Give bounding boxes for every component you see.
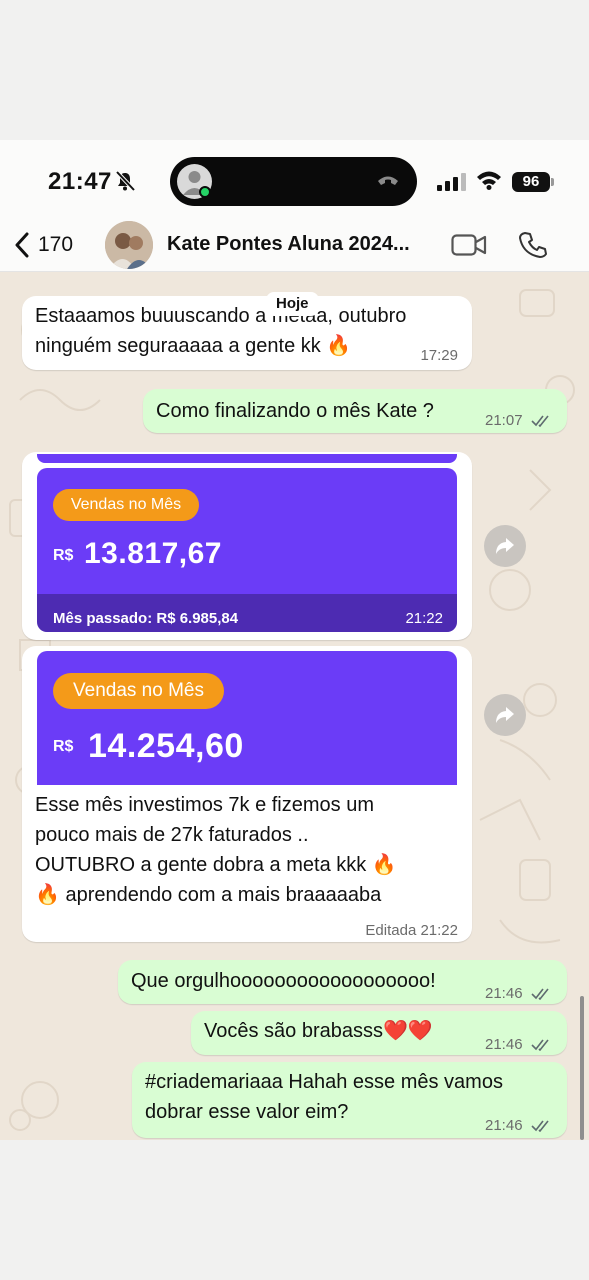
message-time: 17:29 <box>420 347 458 364</box>
sales-card-previous <box>37 454 457 463</box>
date-separator: Hoje <box>266 292 319 316</box>
message-meta: Editada 21:22 <box>365 916 458 946</box>
sales-card[interactable]: Vendas no Mês R$ 13.817,67 Mês passado: … <box>37 468 457 632</box>
contact-name[interactable]: Kate Pontes Aluna 2024... <box>167 233 431 256</box>
unread-count: 170 <box>38 233 74 256</box>
forward-button[interactable] <box>484 694 526 736</box>
forward-icon <box>496 538 514 554</box>
caption-line: pouco mais de 27k faturados .. <box>35 824 309 846</box>
read-receipt-icon <box>531 1120 549 1133</box>
whatsapp-badge-icon <box>199 186 211 198</box>
forward-button[interactable] <box>484 525 526 567</box>
message-text: Que orgulhoooooooooooooooooo! <box>131 970 436 992</box>
dynamic-island[interactable] <box>170 157 417 206</box>
message-outgoing[interactable]: Que orgulhoooooooooooooooooo! 21:46 <box>118 960 567 1004</box>
wifi-icon <box>477 171 501 190</box>
phone-screen: 21:47 96 170 Kate Pontes Aluna 2024... E… <box>0 140 589 1140</box>
card-footer: Mês passado: R$ 6.985,84 21:22 <box>37 594 457 632</box>
message-time: 21:46 <box>485 979 551 1009</box>
image-message[interactable]: Vendas no Mês R$ 13.817,67 Mês passado: … <box>22 452 472 640</box>
read-receipt-icon <box>531 1039 549 1052</box>
chat-header: 170 Kate Pontes Aluna 2024... <box>0 220 589 272</box>
sales-amount: 13.817,67 <box>84 537 222 570</box>
chevron-left-icon <box>15 232 29 258</box>
sales-badge: Vendas no Mês <box>53 489 199 521</box>
message-text: Vocês são brabasss❤️❤️ <box>204 1020 433 1042</box>
message-incoming[interactable]: Estaaamos buuuscando a metaa, outubro ni… <box>22 296 472 370</box>
message-time: 21:07 <box>485 406 551 436</box>
caption-line: Esse mês investimos 7k e fizemos um <box>35 794 374 816</box>
message-line: #criademariaaa Hahah esse mês vamos <box>145 1071 503 1093</box>
sales-card[interactable]: Vendas no Mês R$ 14.254,60 <box>37 651 457 785</box>
message-outgoing[interactable]: Vocês são brabasss❤️❤️ 21:46 <box>191 1011 567 1055</box>
contact-avatar[interactable] <box>105 221 153 269</box>
caption-line: 🔥 aprendendo com a mais braaaaaba <box>35 884 382 906</box>
caption-text: Esse mês investimos 7k e fizemos um pouc… <box>35 790 465 910</box>
battery-indicator: 96 <box>512 172 550 192</box>
message-time: 21:46 <box>485 1030 551 1060</box>
battery-tip <box>551 178 554 186</box>
sales-badge: Vendas no Mês <box>53 673 224 709</box>
read-receipt-icon <box>531 415 549 428</box>
forward-icon <box>496 707 514 723</box>
read-receipt-icon <box>531 988 549 1001</box>
time-label: 21:46 <box>485 985 523 1002</box>
currency-label: R$ <box>53 547 74 564</box>
status-bar: 21:47 96 <box>0 140 589 220</box>
edited-label: Editada <box>365 922 417 939</box>
message-line: dobrar esse valor eim? <box>145 1101 349 1123</box>
message-time: 21:22 <box>420 922 458 939</box>
message-time: 21:46 <box>485 1111 551 1140</box>
time-label: 21:46 <box>485 1117 523 1134</box>
voice-call-icon[interactable] <box>518 230 548 260</box>
bottom-background <box>0 1140 589 1280</box>
sales-amount: 14.254,60 <box>88 727 244 765</box>
message-outgoing[interactable]: Como finalizando o mês Kate ? 21:07 <box>143 389 567 433</box>
top-background <box>0 0 589 140</box>
currency-label: R$ <box>53 738 74 755</box>
silent-bell-icon <box>115 170 136 192</box>
time-label: 21:46 <box>485 1036 523 1053</box>
scrollbar[interactable] <box>580 996 584 1140</box>
video-call-icon[interactable] <box>451 233 487 257</box>
cellular-signal-icon <box>437 173 466 191</box>
message-outgoing[interactable]: #criademariaaa Hahah esse mês vamos dobr… <box>132 1062 567 1138</box>
message-text: Estaaamos buuuscando a metaa, outubro ni… <box>35 305 407 357</box>
time-label: 21:07 <box>485 412 523 429</box>
clock: 21:47 <box>48 168 112 195</box>
previous-month-label: Mês passado: R$ 6.985,84 <box>53 610 239 627</box>
image-message-with-caption[interactable]: Vendas no Mês R$ 14.254,60 Esse mês inve… <box>22 646 472 942</box>
back-button[interactable]: 170 <box>14 232 73 258</box>
caption-line: OUTUBRO a gente dobra a meta kkk 🔥 <box>35 854 397 876</box>
message-time: 21:22 <box>405 610 443 627</box>
message-text: Como finalizando o mês Kate ? <box>156 400 434 422</box>
message-text: #criademariaaa Hahah esse mês vamos dobr… <box>145 1067 503 1127</box>
hang-up-icon[interactable] <box>377 172 399 190</box>
